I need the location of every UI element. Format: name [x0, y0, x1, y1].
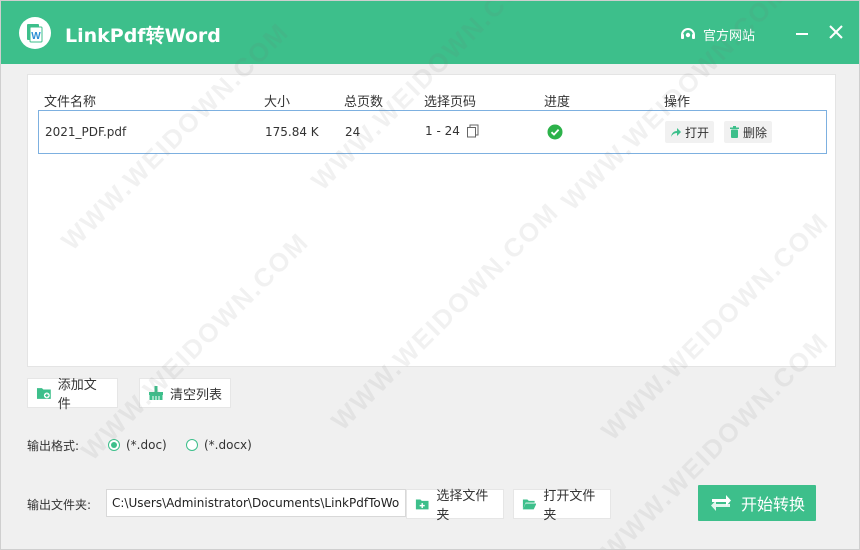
close-button[interactable] — [825, 21, 847, 43]
app-logo-icon: W — [19, 17, 51, 49]
add-file-button[interactable]: 添加文件 — [27, 378, 118, 412]
delete-file-label: 删除 — [743, 125, 768, 140]
header-progress: 进度 — [544, 95, 571, 110]
start-convert-button[interactable]: 开始转换 — [698, 485, 816, 521]
output-folder-input[interactable] — [106, 489, 406, 517]
radio-indicator — [186, 439, 198, 451]
header-actions: 操作 — [664, 95, 691, 110]
format-docx-radio[interactable]: (*.docx) — [186, 437, 252, 453]
app-title: LinkPdf转Word — [65, 25, 221, 47]
official-site-label: 官方网站 — [703, 28, 756, 44]
folder-add-icon — [36, 388, 51, 399]
progress-status — [547, 124, 563, 143]
choose-folder-button[interactable]: 选择文件夹 — [406, 489, 504, 523]
header-page-range: 选择页码 — [424, 95, 477, 110]
open-folder-label: 打开文件夹 — [543, 489, 596, 523]
delete-file-button[interactable]: 删除 — [724, 121, 773, 143]
choose-folder-label: 选择文件夹 — [436, 489, 489, 523]
format-docx-label: (*.docx) — [204, 438, 252, 452]
output-format-label: 输出格式: — [27, 439, 80, 453]
start-convert-label: 开始转换 — [740, 495, 805, 514]
header-total-pages: 总页数 — [344, 95, 384, 110]
close-icon — [829, 25, 843, 39]
trash-icon — [730, 126, 739, 138]
broom-icon — [149, 386, 163, 400]
clear-list-button[interactable]: 清空列表 — [139, 378, 231, 408]
file-pages: 24 — [345, 125, 361, 139]
swap-arrows-icon — [710, 495, 731, 511]
header-file-name: 文件名称 — [44, 95, 97, 110]
folder-open-icon — [522, 499, 537, 510]
clear-list-label: 清空列表 — [170, 387, 223, 403]
format-doc-label: (*.doc) — [126, 438, 167, 452]
table-row[interactable]: 2021_PDF.pdf 175.84 K 24 1 - 24 打开 删除 — [38, 110, 827, 154]
header-size: 大小 — [264, 95, 291, 110]
minimize-icon — [796, 33, 808, 35]
minimize-button[interactable] — [791, 21, 813, 43]
open-file-label: 打开 — [685, 125, 710, 140]
file-list-panel: 文件名称 大小 总页数 选择页码 进度 操作 2021_PDF.pdf 175.… — [27, 74, 836, 367]
headset-icon — [681, 28, 695, 39]
page-range-cell[interactable]: 1 - 24 — [425, 124, 480, 138]
copy-pages-icon[interactable] — [466, 124, 480, 138]
page-range-value: 1 - 24 — [425, 124, 460, 138]
file-name: 2021_PDF.pdf — [45, 125, 127, 139]
check-circle-icon — [547, 124, 563, 140]
radio-selected-indicator — [108, 439, 120, 451]
file-size: 175.84 K — [265, 125, 319, 139]
open-folder-button[interactable]: 打开文件夹 — [513, 489, 611, 523]
output-folder-label: 输出文件夹: — [27, 498, 92, 512]
open-file-button[interactable]: 打开 — [665, 121, 715, 143]
format-doc-radio[interactable]: (*.doc) — [108, 437, 167, 453]
folder-add-icon — [415, 499, 429, 510]
official-site-link[interactable]: 官方网站 — [679, 23, 755, 45]
title-bar[interactable]: W LinkPdf转Word 官方网站 — [1, 1, 859, 64]
svg-text:W: W — [31, 31, 41, 42]
add-file-label: 添加文件 — [57, 378, 97, 412]
app-window: W LinkPdf转Word 官方网站 文件名称 大小 总页数 选择页码 进度 … — [0, 0, 860, 550]
share-arrow-icon — [671, 128, 681, 137]
